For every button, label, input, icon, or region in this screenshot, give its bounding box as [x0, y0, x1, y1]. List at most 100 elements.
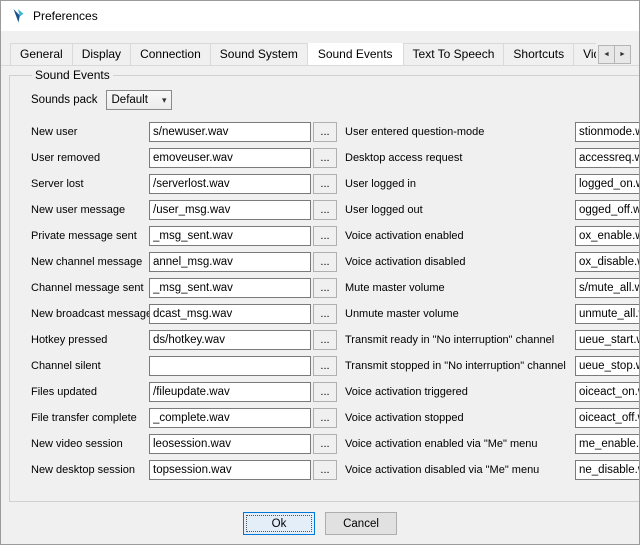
sound-event-row: New user ... — [31, 122, 337, 142]
sound-file-input[interactable] — [575, 460, 640, 480]
sound-file-input[interactable] — [575, 356, 640, 376]
tab-scroll-right-icon[interactable]: ► — [614, 45, 631, 64]
sound-event-row: Voice activation triggered ... — [345, 382, 640, 402]
sound-file-input[interactable] — [149, 382, 311, 402]
sound-event-label: Voice activation stopped — [345, 412, 575, 424]
tab-scrollers: ◄ ► — [598, 45, 631, 64]
sound-event-label: Transmit ready in "No interruption" chan… — [345, 334, 575, 346]
sound-event-label: User removed — [31, 152, 149, 164]
sounds-pack-value: Default — [112, 94, 148, 106]
sound-file-input[interactable] — [149, 304, 311, 324]
sound-file-input[interactable] — [149, 460, 311, 480]
browse-button[interactable]: ... — [313, 148, 337, 168]
sound-file-input[interactable] — [575, 408, 640, 428]
groupbox-title: Sound Events — [32, 68, 113, 82]
sound-event-row: New desktop session ... — [31, 460, 337, 480]
sound-event-label: Server lost — [31, 178, 149, 190]
browse-button[interactable]: ... — [313, 330, 337, 350]
tab[interactable]: Sound System — [210, 43, 308, 65]
sound-event-label: Voice activation enabled via "Me" menu — [345, 438, 575, 450]
sound-event-row: User logged out ... — [345, 200, 640, 220]
tab-label: Sound Events — [318, 47, 393, 61]
tab-label: Connection — [140, 47, 201, 61]
tab-label: Video — [583, 47, 596, 61]
sound-file-input[interactable] — [149, 148, 311, 168]
tab-label: Sound System — [220, 47, 298, 61]
sound-event-label: User logged in — [345, 178, 575, 190]
tab-label: Display — [82, 47, 121, 61]
sound-file-input[interactable] — [149, 200, 311, 220]
sound-file-input[interactable] — [149, 226, 311, 246]
sound-file-input[interactable] — [149, 278, 311, 298]
tab[interactable]: Connection — [130, 43, 211, 65]
sound-file-input[interactable] — [575, 226, 640, 246]
sound-file-input[interactable] — [575, 174, 640, 194]
browse-button[interactable]: ... — [313, 122, 337, 142]
browse-button[interactable]: ... — [313, 226, 337, 246]
browse-button[interactable]: ... — [313, 200, 337, 220]
sound-event-label: New user — [31, 126, 149, 138]
left-column: New user ... User removed ... Server los… — [31, 122, 337, 486]
sound-file-input[interactable] — [575, 252, 640, 272]
sound-event-label: Voice activation disabled via "Me" menu — [345, 464, 575, 476]
sound-file-input[interactable] — [575, 330, 640, 350]
sound-file-input[interactable] — [575, 382, 640, 402]
sound-file-input[interactable] — [149, 434, 311, 454]
sound-event-row: Mute master volume ... — [345, 278, 640, 298]
sound-file-input[interactable] — [149, 252, 311, 272]
cancel-button[interactable]: Cancel — [325, 512, 397, 535]
sound-event-label: Hotkey pressed — [31, 334, 149, 346]
tab[interactable]: Video — [573, 43, 596, 65]
sound-file-input[interactable] — [575, 148, 640, 168]
browse-button[interactable]: ... — [313, 174, 337, 194]
browse-button[interactable]: ... — [313, 252, 337, 272]
sound-event-label: Transmit stopped in "No interruption" ch… — [345, 360, 575, 372]
chevron-down-icon: ▾ — [162, 96, 167, 105]
tab[interactable]: Display — [72, 43, 131, 65]
sound-event-columns: New user ... User removed ... Server los… — [31, 122, 640, 486]
sound-event-row: Voice activation disabled via "Me" menu … — [345, 460, 640, 480]
tab[interactable]: General — [10, 43, 73, 65]
tab[interactable]: Sound Events — [307, 43, 404, 65]
sounds-pack-select[interactable]: Default ▾ — [106, 90, 172, 110]
browse-button[interactable]: ... — [313, 460, 337, 480]
sound-event-label: Channel message sent — [31, 282, 149, 294]
sound-file-input[interactable] — [575, 200, 640, 220]
sound-event-row: New user message ... — [31, 200, 337, 220]
sound-file-input[interactable] — [575, 304, 640, 324]
sound-file-input[interactable] — [149, 356, 311, 376]
sound-event-row: Unmute master volume ... — [345, 304, 640, 324]
sound-event-label: Channel silent — [31, 360, 149, 372]
sound-file-input[interactable] — [575, 434, 640, 454]
browse-button[interactable]: ... — [313, 304, 337, 324]
browse-button[interactable]: ... — [313, 408, 337, 428]
sound-event-label: Mute master volume — [345, 282, 575, 294]
sound-event-label: Private message sent — [31, 230, 149, 242]
browse-button[interactable]: ... — [313, 278, 337, 298]
sound-file-input[interactable] — [149, 174, 311, 194]
sound-event-row: Transmit ready in "No interruption" chan… — [345, 330, 640, 350]
sound-event-label: New channel message — [31, 256, 149, 268]
sound-event-row: New channel message ... — [31, 252, 337, 272]
browse-button[interactable]: ... — [313, 434, 337, 454]
sound-event-label: Desktop access request — [345, 152, 575, 164]
browse-button[interactable]: ... — [313, 382, 337, 402]
sound-event-row: User removed ... — [31, 148, 337, 168]
sound-event-row: Files updated ... — [31, 382, 337, 402]
tab-label: General — [20, 47, 63, 61]
sound-file-input[interactable] — [149, 122, 311, 142]
sound-file-input[interactable] — [575, 122, 640, 142]
tab-scroll-left-icon[interactable]: ◄ — [598, 45, 615, 64]
sound-file-input[interactable] — [149, 408, 311, 428]
tab[interactable]: Shortcuts — [503, 43, 574, 65]
ok-button[interactable]: Ok — [243, 512, 315, 535]
browse-button[interactable]: ... — [313, 356, 337, 376]
tabs: General Display Connection Sound System … — [10, 43, 596, 65]
sound-file-input[interactable] — [149, 330, 311, 350]
sound-file-input[interactable] — [575, 278, 640, 298]
tab-label: Shortcuts — [513, 47, 564, 61]
tab[interactable]: Text To Speech — [403, 43, 505, 65]
sound-event-row: User entered question-mode ... — [345, 122, 640, 142]
sound-event-row: Hotkey pressed ... — [31, 330, 337, 350]
sound-event-row: New broadcast message ... — [31, 304, 337, 324]
